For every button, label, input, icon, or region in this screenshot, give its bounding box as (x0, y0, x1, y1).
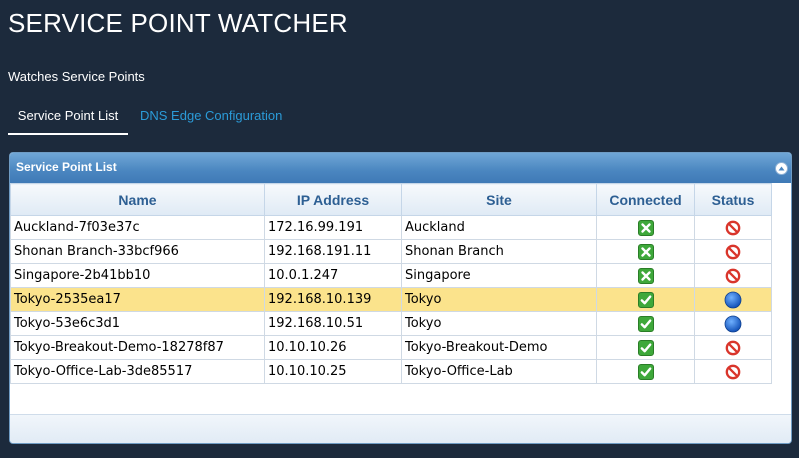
cell-name: Tokyo-Breakout-Demo-18278f87 (10, 335, 265, 360)
service-point-panel: Service Point List Name IP Address Site … (9, 152, 792, 444)
chevron-up-icon (778, 166, 785, 171)
cell-status (694, 287, 772, 312)
cell-ip-address: 192.168.191.11 (264, 239, 402, 264)
collapse-button[interactable] (775, 162, 788, 175)
table-row[interactable]: Tokyo-Breakout-Demo-18278f87 10.10.10.26 T… (10, 335, 772, 360)
cell-site: Auckland (401, 215, 597, 240)
cross-box-icon (637, 219, 654, 236)
table-row[interactable]: Tokyo-Office-Lab-3de85517 10.10.10.25 Toky… (10, 359, 772, 384)
cell-name: Tokyo-Office-Lab-3de85517 (10, 359, 265, 384)
check-box-icon (637, 291, 654, 308)
cell-connected (596, 287, 695, 312)
prohibited-icon (725, 244, 741, 260)
cell-site: Shonan Branch (401, 239, 597, 264)
app-subtitle: Watches Service Points (8, 69, 145, 84)
cell-site: Tokyo-Breakout-Demo (401, 335, 597, 360)
prohibited-icon (725, 220, 741, 236)
cell-ip-address: 10.0.1.247 (264, 263, 402, 288)
cell-name: Tokyo-53e6c3d1 (10, 311, 265, 336)
cross-box-icon (637, 267, 654, 284)
cell-status (694, 215, 772, 240)
cell-status (694, 311, 772, 336)
cell-connected (596, 359, 695, 384)
cell-status (694, 359, 772, 384)
table-row[interactable]: Tokyo-2535ea17 192.168.10.139 Tokyo (10, 287, 772, 312)
tab-service-point-list[interactable]: Service Point List (8, 103, 128, 135)
panel-footer (10, 414, 791, 443)
cell-site: Tokyo (401, 287, 597, 312)
table-row[interactable]: Tokyo-53e6c3d1 192.168.10.51 Tokyo (10, 311, 772, 336)
cross-box-icon (637, 243, 654, 260)
check-box-icon (637, 363, 654, 380)
cell-ip-address: 192.168.10.51 (264, 311, 402, 336)
table-row[interactable]: Shonan Branch-33bcf966 192.168.191.11 Shon… (10, 239, 772, 264)
prohibited-icon (725, 364, 741, 380)
cell-connected (596, 239, 695, 264)
panel-header: Service Point List (10, 153, 791, 183)
cell-ip-address: 172.16.99.191 (264, 215, 402, 240)
cell-connected (596, 215, 695, 240)
table-row[interactable]: Singapore-2b41bb10 10.0.1.247 Singapore (10, 263, 772, 288)
check-box-icon (637, 315, 654, 332)
cell-name: Singapore-2b41bb10 (10, 263, 265, 288)
column-header-connected[interactable]: Connected (596, 183, 695, 216)
table-row[interactable]: Auckland-7f03e37c 172.16.99.191 Auckland (10, 215, 772, 240)
blue-dot-icon (724, 291, 742, 309)
cell-status (694, 263, 772, 288)
cell-name: Auckland-7f03e37c (10, 215, 265, 240)
cell-site: Tokyo (401, 311, 597, 336)
cell-name: Tokyo-2535ea17 (10, 287, 265, 312)
tab-dns-edge-configuration[interactable]: DNS Edge Configuration (140, 103, 282, 133)
cell-ip-address: 10.10.10.26 (264, 335, 402, 360)
column-header-site[interactable]: Site (401, 183, 597, 216)
prohibited-icon (725, 340, 741, 356)
cell-site: Singapore (401, 263, 597, 288)
table-header-row: Name IP Address Site Connected Status (10, 183, 772, 216)
column-header-ip-address[interactable]: IP Address (264, 183, 402, 216)
cell-name: Shonan Branch-33bcf966 (10, 239, 265, 264)
cell-connected (596, 311, 695, 336)
cell-status (694, 239, 772, 264)
cell-site: Tokyo-Office-Lab (401, 359, 597, 384)
blue-dot-icon (724, 315, 742, 333)
panel-title: Service Point List (16, 160, 117, 174)
service-point-table: Name IP Address Site Connected Status Au… (10, 183, 772, 384)
column-header-name[interactable]: Name (10, 183, 265, 216)
app-title: SERVICE POINT WATCHER (8, 8, 348, 38)
cell-connected (596, 335, 695, 360)
column-header-status[interactable]: Status (694, 183, 772, 216)
check-box-icon (637, 339, 654, 356)
prohibited-icon (725, 268, 741, 284)
cell-ip-address: 192.168.10.139 (264, 287, 402, 312)
cell-status (694, 335, 772, 360)
cell-connected (596, 263, 695, 288)
cell-ip-address: 10.10.10.25 (264, 359, 402, 384)
